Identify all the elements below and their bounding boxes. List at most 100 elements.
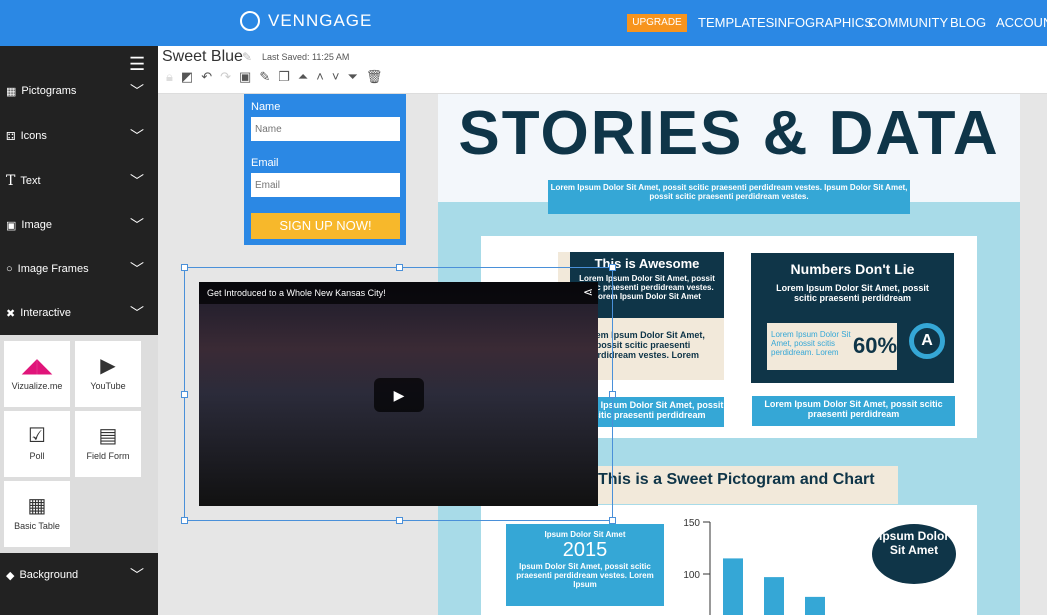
lock-icon[interactable]: 🔒︎ <box>166 69 173 85</box>
tile-poll[interactable]: ☑ Poll <box>4 411 70 477</box>
sidebar-item-interactive[interactable]: ✖ Interactive ﹀ <box>0 291 158 335</box>
y-tick-label: 100 <box>683 570 700 581</box>
selection-box[interactable] <box>181 264 616 524</box>
tile-basic-table[interactable]: ▦ Basic Table <box>4 481 70 547</box>
bar <box>723 558 743 615</box>
nav-blog[interactable]: BLOG <box>950 15 986 30</box>
chevron-down-icon: ﹀ <box>130 217 144 233</box>
stat-percent: 60% <box>853 333 898 358</box>
box-numbers[interactable]: Numbers Don't Lie Lorem Ipsum Dolor Sit … <box>751 253 954 383</box>
resize-handle[interactable] <box>609 517 616 524</box>
chevron-down-icon: ﹀ <box>130 83 144 99</box>
label: Image Frames <box>17 263 89 275</box>
stat-box: Lorem Ipsum Dolor Sit Amet, possit sciti… <box>767 323 897 370</box>
callout-text: Ipsum Dolor Sit Amet, possit scitic prae… <box>516 562 654 589</box>
label: Basic Table <box>14 521 60 531</box>
undo-icon[interactable]: ↶ <box>201 69 212 85</box>
interactive-panel: ◢◣ Vizualize.me ▶ YouTube ☑ Poll ▤ Field For… <box>0 335 158 553</box>
send-to-back-icon[interactable]: ⏷ <box>347 69 357 85</box>
tile-youtube[interactable]: ▶ YouTube <box>75 341 141 407</box>
trash-icon[interactable]: 🗑︎ <box>366 69 383 85</box>
table-icon: ▦ <box>27 495 47 517</box>
shuffle-icon: ✖ <box>6 307 16 320</box>
document-title[interactable]: Sweet Blue <box>162 48 243 66</box>
resize-handle[interactable] <box>181 517 188 524</box>
box-title: Numbers Don't Lie <box>790 261 915 277</box>
grid-icon: ▦ <box>6 85 17 98</box>
infographic-title[interactable]: STORIES & DATA <box>438 98 1020 169</box>
layout-icon[interactable]: ▣ <box>239 69 251 85</box>
stat-text: Lorem Ipsum Dolor Sit Amet, possit sciti… <box>771 330 851 357</box>
nav-account[interactable]: ACCOUNT <box>996 15 1047 30</box>
transparency-icon[interactable]: ◩ <box>181 69 193 85</box>
nav-community[interactable]: COMMUNITY <box>868 15 948 30</box>
label: Icons <box>20 130 47 142</box>
callout-title: Ipsum Dolor Sit Amet <box>544 530 626 539</box>
resize-handle[interactable] <box>609 391 616 398</box>
email-input[interactable] <box>251 173 400 197</box>
signup-button[interactable]: SIGN UP NOW! <box>251 213 400 239</box>
chevron-down-icon: ﹀ <box>130 128 144 144</box>
tile-vizualize[interactable]: ◢◣ Vizualize.me <box>4 341 70 407</box>
box-text: Lorem Ipsum Dolor Sit Amet, possit sciti… <box>776 283 929 303</box>
refresh-a-icon: A <box>909 323 945 359</box>
edit-icon[interactable]: ✎ <box>259 69 270 85</box>
label: Background <box>19 569 79 581</box>
label: Field Form <box>86 451 130 461</box>
sidebar-item-pictograms[interactable]: ▦ Pictograms ﹀ <box>0 69 158 113</box>
logo-text: VENNGAGE <box>268 11 373 30</box>
resize-handle[interactable] <box>396 517 403 524</box>
ribbon-banner[interactable]: Lorem Ipsum Dolor Sit Amet, possit sciti… <box>548 180 910 214</box>
label: Text <box>20 175 41 187</box>
sidebar-item-image-frames[interactable]: ○ Image Frames ﹀ <box>0 247 158 291</box>
resize-handle[interactable] <box>609 264 616 271</box>
chevron-down-icon: ﹀ <box>130 261 144 277</box>
name-input[interactable] <box>251 117 400 141</box>
toolbar: Sweet Blue ✎ Last Saved: 11:25 AM 🔒︎ ◩ ↶… <box>158 46 1047 94</box>
callout-box[interactable]: Ipsum Dolor Sit Amet 2015 Ipsum Dolor Sit … <box>506 524 664 606</box>
signup-form: Name Email SIGN UP NOW! <box>244 94 406 245</box>
bring-to-front-icon[interactable]: ⏶ <box>298 69 308 85</box>
form-icon: ▤ <box>98 425 118 447</box>
sidebar-item-icons[interactable]: ⚃ Icons ﹀ <box>0 114 158 158</box>
label: YouTube <box>90 381 126 391</box>
image-icon: ▣ <box>6 219 17 232</box>
chevron-down-icon: ﹀ <box>130 567 144 583</box>
bar-chart: 150 100 <box>683 518 825 615</box>
tile-field-form[interactable]: ▤ Field Form <box>75 411 141 477</box>
bring-forward-icon[interactable]: ˄ <box>316 69 324 85</box>
sidebar-item-text[interactable]: T Text ﹀ <box>0 159 158 203</box>
sidebar-item-image[interactable]: ▣ Image ﹀ <box>0 203 158 247</box>
label: Image <box>21 219 52 231</box>
bar <box>764 577 784 615</box>
blue-caption: Lorem Ipsum Dolor Sit Amet, possit sciti… <box>752 396 955 426</box>
chevron-up-icon: ﹀ <box>130 305 144 321</box>
circle-icon: ○ <box>6 263 13 275</box>
speech-bubble[interactable]: Ipsum Dolor Sit Amet <box>872 524 956 584</box>
bar <box>805 596 825 615</box>
top-header: VENNGAGE UPGRADE TEMPLATES INFOGRAPHICS … <box>0 0 1047 46</box>
chevron-down-icon: ﹀ <box>130 173 144 189</box>
resize-handle[interactable] <box>396 264 403 271</box>
callout-year: 2015 <box>562 539 608 561</box>
checkbox-icon: ☑ <box>28 425 46 447</box>
text-icon: T <box>6 173 16 189</box>
label: Vizualize.me <box>11 381 63 391</box>
duplicate-icon[interactable]: ❐ <box>278 69 290 85</box>
sidebar-item-background[interactable]: ◆ Background ﹀ <box>0 553 158 597</box>
last-saved: Last Saved: 11:25 AM <box>262 52 350 62</box>
label: Poll <box>29 451 45 461</box>
youtube-icon: ▶ <box>100 355 116 377</box>
nav-infographics[interactable]: INFOGRAPHICS <box>774 15 873 30</box>
label: Interactive <box>20 307 71 319</box>
send-backward-icon[interactable]: ˅ <box>332 69 340 85</box>
resize-handle[interactable] <box>181 391 188 398</box>
y-tick-label: 150 <box>683 518 700 529</box>
redo-icon[interactable]: ↷ <box>220 69 231 85</box>
upgrade-button[interactable]: UPGRADE <box>627 14 687 32</box>
edit-title-icon[interactable]: ✎ <box>242 50 252 64</box>
name-label: Name <box>251 101 281 113</box>
venngage-logo[interactable]: VENNGAGE <box>240 11 372 31</box>
resize-handle[interactable] <box>181 264 188 271</box>
nav-templates[interactable]: TEMPLATES <box>698 15 774 30</box>
